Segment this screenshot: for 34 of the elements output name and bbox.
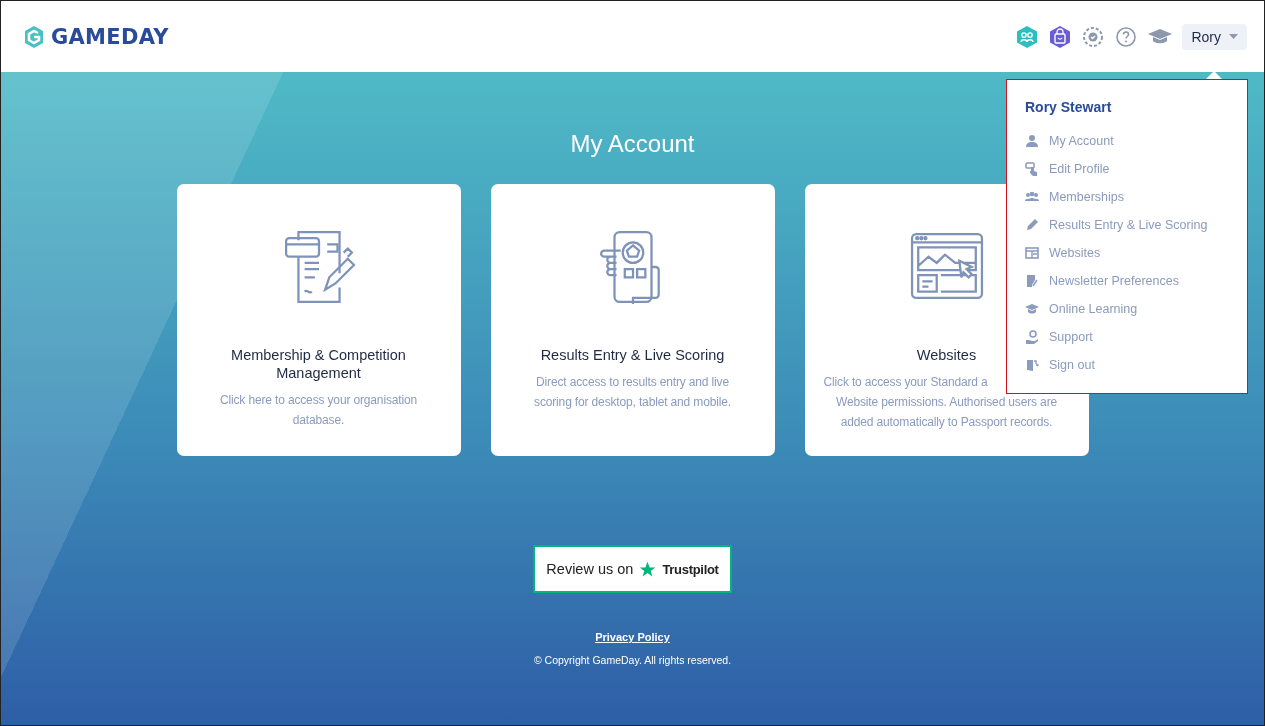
card-title: Membership & Competition Management xyxy=(230,346,407,382)
menu-item[interactable]: My Account xyxy=(1025,131,1229,151)
card-description: added automatically to Passport records. xyxy=(840,414,1053,431)
logo-icon xyxy=(23,24,45,49)
page-title: My Account xyxy=(570,130,695,158)
person-icon xyxy=(1025,134,1039,148)
menu-item[interactable]: Edit Profile xyxy=(1025,159,1229,179)
notepad-icon xyxy=(1025,274,1039,288)
copyright-text: © Copyright GameDay. All rights reserved. xyxy=(533,654,732,666)
trustpilot-review-button[interactable]: Review us on Trustpilot xyxy=(533,545,732,593)
hand-gear-icon xyxy=(1025,330,1039,344)
caret-icon xyxy=(1229,34,1238,39)
pencil-icon xyxy=(1025,218,1039,232)
graduation-cap-icon xyxy=(1025,302,1039,316)
card-title: Websites xyxy=(916,346,977,364)
service-card[interactable]: Results Entry & Live Scoring Direct access to results entry and live scoring for desktop, tablet and mobile. xyxy=(490,184,775,456)
card-description: Click to access your Standard a xyxy=(823,374,988,391)
card-description: Click here to access your organisation database. xyxy=(218,392,419,429)
card-title: Results Entry & Live Scoring xyxy=(540,346,725,364)
trustpilot-brand: Trustpilot xyxy=(662,561,719,577)
help-icon[interactable] xyxy=(1115,25,1138,48)
group-icon xyxy=(1025,190,1039,204)
user-menu-button[interactable]: Rory xyxy=(1182,23,1247,50)
card-description: Direct access to results entry and live scoring for desktop, tablet and mobile. xyxy=(533,374,732,411)
star-icon xyxy=(639,560,657,578)
bag-icon[interactable] xyxy=(1049,24,1072,49)
user-name: Rory Stewart xyxy=(1025,99,1112,115)
people-icon[interactable] xyxy=(1016,24,1039,49)
layout-icon xyxy=(1025,246,1039,260)
service-card[interactable]: Membership & Competition Management Click here to access your organisation database. xyxy=(176,184,461,456)
card-description: Website permissions. Authorised users are xyxy=(835,394,1058,411)
logo-text[interactable]: GAMEDAY xyxy=(51,24,169,49)
privacy-policy-link[interactable]: Privacy Policy xyxy=(595,631,670,643)
check-circle-icon[interactable] xyxy=(1082,25,1105,48)
